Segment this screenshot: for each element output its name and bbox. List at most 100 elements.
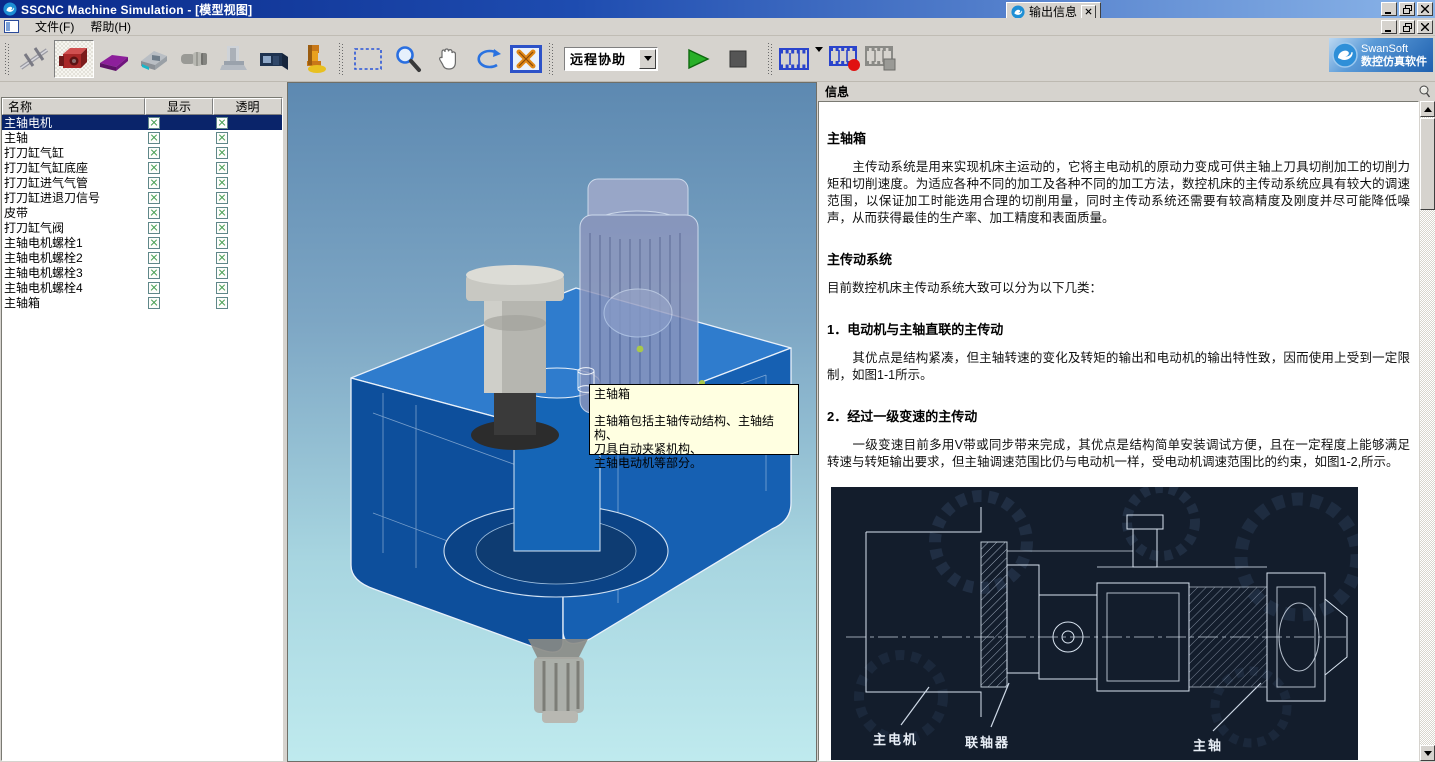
table-row[interactable]: 打刀缸气阀 [2, 220, 282, 235]
remote-assist-combobox[interactable]: 远程协助 [564, 47, 658, 71]
transparent-checkbox[interactable] [216, 162, 228, 174]
transparent-checkbox[interactable] [216, 252, 228, 264]
show-checkbox[interactable] [148, 267, 160, 279]
mdi-child-icon[interactable] [4, 20, 19, 33]
model-viewport[interactable]: 主轴箱 主轴箱包括主轴传动结构、主轴结构、 刀具自动夹紧机构、 主轴电动机等部分… [287, 82, 817, 762]
machine-column-icon[interactable] [214, 40, 254, 78]
pushpin-icon[interactable] [1418, 85, 1431, 98]
select-rectangle-icon[interactable] [348, 40, 388, 78]
transparent-checkbox[interactable] [216, 132, 228, 144]
transparent-checkbox[interactable] [216, 192, 228, 204]
menu-bar: 文件(F) 帮助(H) [0, 18, 1435, 36]
table-row[interactable]: 主轴电机螺栓2 [2, 250, 282, 265]
cnc-machine-icon[interactable] [254, 40, 294, 78]
tool-chuck-icon[interactable] [174, 40, 214, 78]
rotate-arrows-icon[interactable] [468, 40, 508, 78]
show-checkbox[interactable] [148, 117, 160, 129]
restore-icon[interactable] [1399, 2, 1415, 16]
machine-bed-icon[interactable] [134, 40, 174, 78]
child-minimize-icon[interactable] [1381, 20, 1397, 34]
remote-assist-value: 远程协助 [565, 49, 626, 68]
info-panel-title: 信息 [825, 83, 849, 100]
logo-line1: SwanSoft [1361, 43, 1408, 55]
show-checkbox[interactable] [148, 207, 160, 219]
menu-file[interactable]: 文件(F) [27, 16, 82, 37]
axis-shaft-icon[interactable] [14, 40, 54, 78]
parts-table: 名称 显示 透明 主轴电机 主轴 打刀缸气缸 打刀缸气缸底座 [1, 97, 283, 761]
info-paragraph: 目前数控机床主传动系统大致可以分为以下几类： [827, 280, 1410, 297]
scroll-down-icon[interactable] [1420, 745, 1435, 761]
table-row[interactable]: 打刀缸气缸底座 [2, 160, 282, 175]
press-machine-icon[interactable] [294, 40, 334, 78]
show-checkbox[interactable] [148, 282, 160, 294]
table-row[interactable]: 主轴箱 [2, 295, 282, 310]
toolbar-grip[interactable] [339, 43, 343, 75]
figure-label-coupling: 联轴器 [965, 732, 1010, 751]
output-tab-close-icon[interactable] [1081, 5, 1096, 19]
film-strip-icon[interactable] [777, 40, 811, 78]
table-row[interactable]: 皮带 [2, 205, 282, 220]
table-row[interactable]: 打刀缸进退刀信号 [2, 190, 282, 205]
fit-view-x-icon[interactable] [508, 40, 544, 78]
magnifier-icon[interactable] [388, 40, 428, 78]
column-header-show[interactable]: 显示 [145, 98, 213, 115]
parts-panel: 名称 显示 透明 主轴电机 主轴 打刀缸气缸 打刀缸气缸底座 [0, 82, 287, 762]
table-row[interactable]: 主轴电机 [2, 115, 282, 130]
film-stop-icon[interactable] [863, 40, 899, 78]
show-checkbox[interactable] [148, 222, 160, 234]
transparent-checkbox[interactable] [216, 237, 228, 249]
transparent-checkbox[interactable] [216, 177, 228, 189]
table-row[interactable]: 打刀缸气缸 [2, 145, 282, 160]
tooltip-line: 刀具自动夹紧机构、 [594, 442, 794, 456]
transparent-checkbox[interactable] [216, 297, 228, 309]
info-heading: 主轴箱 [827, 128, 1410, 147]
spindle-head-icon[interactable] [54, 40, 94, 78]
spindle-figure: 主电机 联轴器 主轴 [831, 487, 1358, 761]
show-checkbox[interactable] [148, 147, 160, 159]
child-restore-icon[interactable] [1399, 20, 1415, 34]
show-checkbox[interactable] [148, 237, 160, 249]
table-row[interactable]: 主轴电机螺栓4 [2, 280, 282, 295]
stop-icon[interactable] [718, 40, 758, 78]
table-row[interactable]: 主轴电机螺栓1 [2, 235, 282, 250]
toolbar-grip[interactable] [768, 43, 772, 75]
transparent-checkbox[interactable] [216, 147, 228, 159]
transparent-checkbox[interactable] [216, 222, 228, 234]
scrollbar-thumb[interactable] [1420, 118, 1435, 210]
transparent-checkbox[interactable] [216, 117, 228, 129]
show-checkbox[interactable] [148, 132, 160, 144]
film-record-icon[interactable] [827, 40, 863, 78]
child-close-icon[interactable] [1417, 20, 1433, 34]
purple-part-icon[interactable] [94, 40, 134, 78]
table-row[interactable]: 主轴 [2, 130, 282, 145]
table-row[interactable]: 主轴电机螺栓3 [2, 265, 282, 280]
close-icon[interactable] [1417, 2, 1433, 16]
transparent-checkbox[interactable] [216, 282, 228, 294]
logo-line2: 数控仿真软件 [1361, 56, 1427, 68]
pan-hand-icon[interactable] [428, 40, 468, 78]
minimize-icon[interactable] [1381, 2, 1397, 16]
show-checkbox[interactable] [148, 162, 160, 174]
show-checkbox[interactable] [148, 297, 160, 309]
info-scrollbar[interactable] [1420, 101, 1435, 761]
column-header-transparent[interactable]: 透明 [213, 98, 282, 115]
swan-icon [1332, 42, 1358, 68]
column-header-name[interactable]: 名称 [2, 98, 145, 115]
toolbar-grip[interactable] [549, 43, 553, 75]
chevron-down-icon[interactable] [639, 49, 656, 69]
transparent-checkbox[interactable] [216, 267, 228, 279]
info-paragraph: 主传动系统是用来实现机床主运动的，它将主电动机的原动力变成可供主轴上刀具切削加工… [827, 159, 1410, 227]
spindle-cross-section-drawing [831, 487, 1358, 761]
table-row[interactable]: 打刀缸进气气管 [2, 175, 282, 190]
show-checkbox[interactable] [148, 252, 160, 264]
film-strip-dropdown-icon[interactable] [815, 52, 823, 66]
toolbar-grip[interactable] [5, 43, 9, 75]
scroll-up-icon[interactable] [1420, 101, 1435, 117]
play-icon[interactable] [678, 40, 718, 78]
output-swan-icon [1011, 5, 1025, 19]
transparent-checkbox[interactable] [216, 207, 228, 219]
menu-help[interactable]: 帮助(H) [82, 16, 139, 37]
show-checkbox[interactable] [148, 192, 160, 204]
show-checkbox[interactable] [148, 177, 160, 189]
figure-label-spindle: 主轴 [1193, 735, 1223, 754]
